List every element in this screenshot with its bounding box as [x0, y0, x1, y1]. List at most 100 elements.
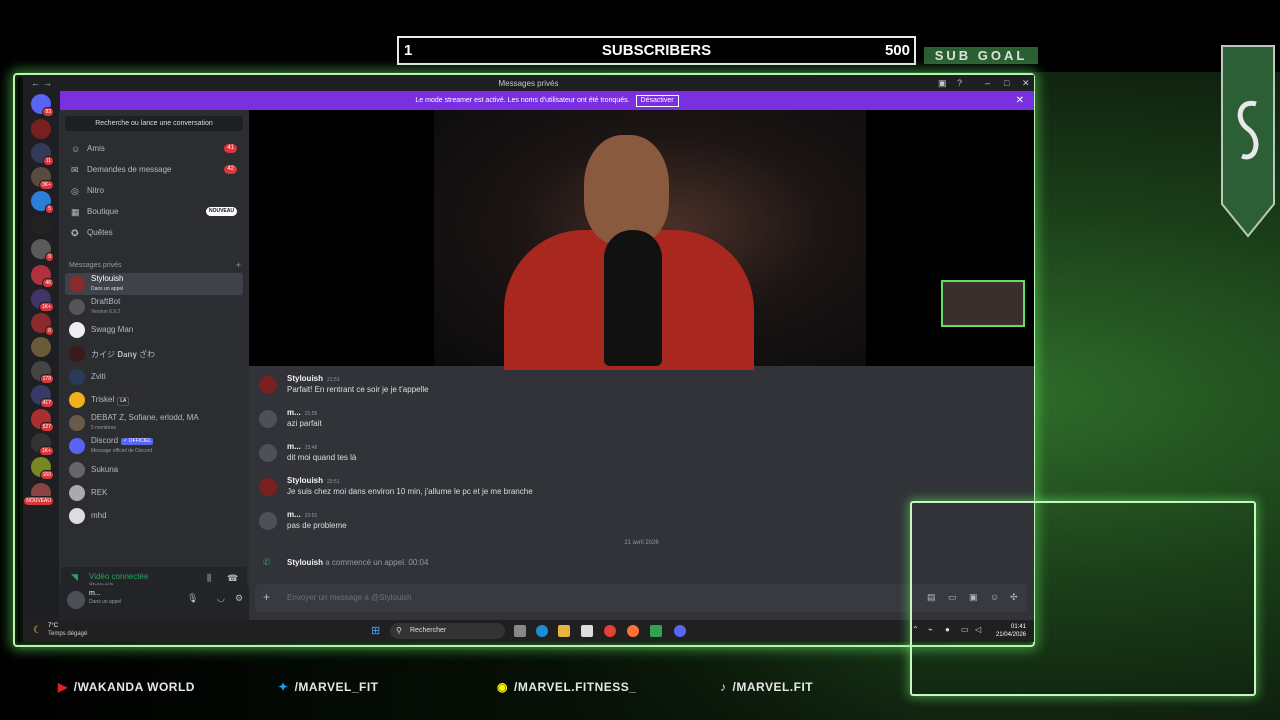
- disable-streamer-button[interactable]: Désactiver: [635, 95, 679, 107]
- nav-shop[interactable]: ▦ Boutique NOUVEAU: [65, 203, 243, 221]
- phone-icon: ✆: [263, 557, 271, 567]
- friends-count: 41: [224, 144, 237, 153]
- dm-name-text: Stylouish: [91, 274, 124, 283]
- dm-item[interactable]: Discord ✓ OFFICIEL Message officiel de Dis…: [65, 435, 243, 457]
- store-icon[interactable]: [581, 625, 593, 637]
- server-badge: 1K+: [38, 446, 54, 456]
- server-badge: 5: [45, 204, 54, 214]
- nav-nitro[interactable]: ◎ Nitro: [65, 182, 243, 200]
- server-icon[interactable]: 178: [31, 361, 54, 384]
- message-avatar[interactable]: [259, 410, 277, 428]
- taskbar-search[interactable]: ⚲ Rechercher: [390, 623, 505, 639]
- microphone-icon[interactable]: 🎙: [187, 593, 198, 604]
- self-video-preview[interactable]: [941, 280, 1025, 327]
- close-banner-icon[interactable]: ✕: [1016, 91, 1024, 110]
- dm-item[interactable]: DEBAT Z, Sofiane, erlodd, MA 5 membres: [65, 412, 243, 434]
- server-icon[interactable]: 83: [31, 94, 54, 117]
- message-author[interactable]: m... 23:51: [287, 510, 317, 519]
- message-avatar[interactable]: [259, 512, 277, 530]
- tiktok-icon: ♪: [720, 680, 727, 694]
- server-icon[interactable]: 9: [31, 239, 54, 262]
- start-button[interactable]: ⊞: [371, 624, 380, 637]
- task-view-icon[interactable]: [514, 625, 526, 637]
- disconnect-icon[interactable]: ☎: [227, 573, 238, 584]
- nitro-icon: ◎: [71, 186, 79, 196]
- avatar: [69, 484, 85, 501]
- maximize-button[interactable]: □: [1004, 78, 1009, 88]
- server-icon[interactable]: 1K+: [31, 433, 54, 456]
- noise-suppression-icon[interactable]: ⫼: [207, 573, 211, 584]
- nav-message-requests[interactable]: ✉ Demandes de message 42: [65, 161, 243, 179]
- message-avatar[interactable]: [259, 376, 277, 394]
- minimize-button[interactable]: –: [985, 78, 990, 88]
- help-icon[interactable]: ?: [957, 78, 962, 88]
- close-button[interactable]: ✕: [1022, 78, 1030, 89]
- quests-icon: ✪: [71, 228, 79, 238]
- friends-icon: ☺: [71, 144, 81, 154]
- dm-item[interactable]: Zviti: [65, 366, 243, 388]
- call-time: 00:04: [408, 558, 429, 567]
- server-icon[interactable]: [31, 119, 51, 139]
- message-author[interactable]: Stylouish 23:51: [287, 476, 340, 485]
- message-input[interactable]: Envoyer un message à @Stylouish: [287, 593, 412, 602]
- video-feed-stylouish[interactable]: [434, 110, 866, 370]
- avatar: [69, 461, 85, 478]
- dm-item[interactable]: mhd: [65, 505, 243, 527]
- server-icon[interactable]: 11: [31, 143, 54, 166]
- dm-item[interactable]: カイジ 𝐃𝐚𝐧𝐲 ざわ: [65, 343, 243, 365]
- server-icon[interactable]: [31, 215, 51, 235]
- message-avatar[interactable]: [259, 478, 277, 496]
- server-icon[interactable]: 160: [31, 457, 54, 480]
- server-badge: 46: [42, 278, 54, 288]
- headset-icon[interactable]: ◡: [217, 593, 225, 604]
- server-icon[interactable]: 417: [31, 385, 54, 408]
- server-icon[interactable]: NOUVEAU: [23, 483, 54, 506]
- settings-gear-icon[interactable]: ⚙: [235, 593, 243, 604]
- conversation-search[interactable]: Recherche ou lance une conversation: [65, 116, 243, 131]
- edge-icon[interactable]: [536, 625, 548, 637]
- message-avatar[interactable]: [259, 444, 277, 462]
- user-avatar[interactable]: [67, 591, 85, 609]
- call-started-message: Stylouish a commencé un appel. 00:04: [287, 558, 428, 567]
- server-icon[interactable]: 46: [31, 265, 54, 288]
- dm-item[interactable]: Triskel LA: [65, 389, 243, 411]
- nav-quests[interactable]: ✪ Quêtes: [65, 224, 243, 242]
- dm-tag: LA: [117, 397, 130, 406]
- dm-item[interactable]: DraftBot Version 6.9.2: [65, 296, 243, 318]
- social-snapchat: ◉ /MARVEL.FITNESS_: [497, 680, 636, 694]
- call-author: Stylouish: [287, 558, 324, 567]
- dm-item[interactable]: REK: [65, 482, 243, 504]
- server-icon[interactable]: 3K+: [31, 167, 54, 190]
- create-dm-icon[interactable]: +: [236, 260, 241, 270]
- requests-count: 42: [224, 165, 237, 174]
- message-time: 23:46: [304, 445, 318, 451]
- chrome-icon[interactable]: [604, 625, 616, 637]
- dm-item[interactable]: Sukuna: [65, 459, 243, 481]
- server-icon[interactable]: 6: [31, 313, 54, 336]
- server-icon[interactable]: 527: [31, 409, 54, 432]
- app-icon[interactable]: [650, 625, 662, 637]
- server-list: 83 11 3K+ 5 9 46 1K+ 6 178 417 527 1K+ 160 NOUVEAU: [23, 91, 59, 620]
- nav-nitro-label: Nitro: [87, 186, 104, 195]
- dm-subtitle: 5 membres: [91, 425, 117, 432]
- dm-name-text: Triskel: [91, 395, 115, 404]
- dm-item[interactable]: Stylouish Dans un appel: [65, 273, 243, 295]
- user-panel: m... Dans un appel 🎙 ◡ ⚙: [59, 585, 249, 620]
- server-icon[interactable]: 5: [31, 191, 54, 214]
- message-author[interactable]: Stylouish 21:51: [287, 374, 340, 383]
- message-author[interactable]: m... 23:46: [287, 442, 317, 451]
- server-icon[interactable]: 1K+: [31, 289, 54, 312]
- inbox-icon[interactable]: ▣: [938, 78, 947, 89]
- message-author[interactable]: m... 21:55: [287, 408, 317, 417]
- avatar: [69, 392, 85, 408]
- firefox-icon[interactable]: [627, 625, 639, 637]
- file-explorer-icon[interactable]: [558, 625, 570, 637]
- dm-item[interactable]: Swagg Man: [65, 319, 243, 341]
- server-icon[interactable]: [31, 337, 51, 357]
- discord-taskbar-icon[interactable]: [674, 625, 686, 637]
- nav-friends[interactable]: ☺ Amis 41: [65, 140, 243, 158]
- dm-name-text: mhd: [91, 511, 107, 520]
- add-attachment-icon[interactable]: +: [263, 590, 270, 604]
- avatar: [69, 345, 85, 362]
- nav-quests-label: Quêtes: [87, 228, 113, 237]
